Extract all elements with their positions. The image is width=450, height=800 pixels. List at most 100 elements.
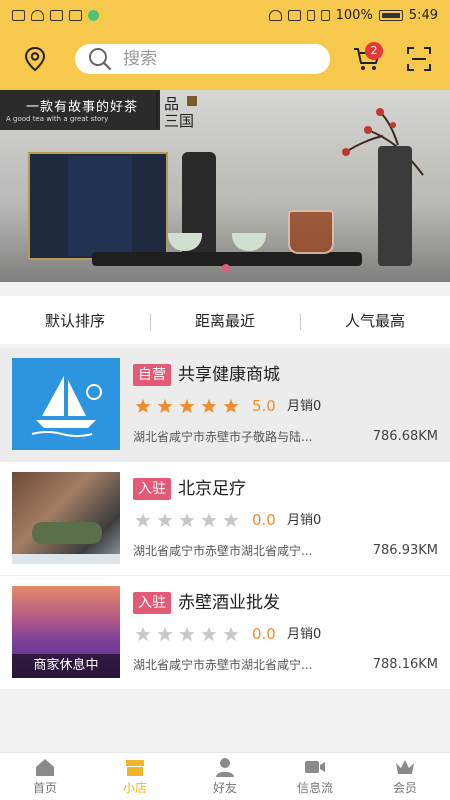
tea-cup-image <box>232 233 266 251</box>
search-icon <box>89 48 112 71</box>
shop-item[interactable]: 商家休息中 入驻 赤壁酒业批发 0.0 月销0 湖北省咸宁市赤壁市湖北省咸宁..… <box>0 576 450 690</box>
sailboat-logo-icon <box>31 376 102 437</box>
location-pin-icon[interactable] <box>22 46 48 72</box>
shop-thumbnail <box>12 358 120 450</box>
tab-home[interactable]: 首页 <box>0 753 90 800</box>
star-icon <box>157 627 173 641</box>
shop-item[interactable]: 自营 共享健康商城 5.0 月销0 湖北省咸宁市赤壁市子敬路与陆... 786.… <box>0 348 450 462</box>
shop-icon <box>126 760 144 776</box>
vibrate-icon <box>320 9 330 21</box>
monthly-sales: 月销0 <box>287 399 322 414</box>
shop-tag: 入驻 <box>133 592 171 614</box>
shop-tag: 入驻 <box>133 478 171 500</box>
shop-thumbnail <box>12 472 120 564</box>
shop-tag: 自营 <box>133 364 171 386</box>
banner-brand-line2: 三国 <box>164 112 195 130</box>
app-dot-icon <box>88 9 99 21</box>
tab-label: 首页 <box>32 781 57 795</box>
tea-pitcher-image <box>288 210 334 254</box>
video-icon <box>305 761 325 773</box>
clock: 5:49 <box>408 7 438 23</box>
sort-popular[interactable]: 人气最高 <box>300 310 450 331</box>
shop-closed-label: 商家休息中 <box>12 654 120 678</box>
monthly-sales: 月销0 <box>287 627 322 642</box>
status-right: 100% 5:49 <box>268 7 438 23</box>
shop-distance: 786.68KM <box>372 429 438 444</box>
banner-brand-mark <box>187 96 197 106</box>
nfc-icon <box>287 9 301 21</box>
tea-box-front-image <box>68 156 132 256</box>
shop-address: 湖北省咸宁市赤壁市湖北省咸宁... <box>133 544 313 558</box>
cart-badge: 2 <box>365 42 383 60</box>
banner-slogan: 一款有故事的好茶 <box>26 100 139 115</box>
rating-value: 5.0 <box>252 397 276 415</box>
shop-list: 自营 共享健康商城 5.0 月销0 湖北省咸宁市赤壁市子敬路与陆... 786.… <box>0 348 450 690</box>
headset-icon <box>268 9 282 21</box>
rating-value: 0.0 <box>252 511 276 529</box>
banner-brand-divider <box>156 92 158 128</box>
rating-value: 0.0 <box>252 625 276 643</box>
star-icon <box>179 513 195 527</box>
friends-icon <box>216 758 234 777</box>
star-icon <box>157 513 173 527</box>
banner-slogan-en: A good tea with a great story <box>6 115 109 123</box>
star-icon <box>223 627 239 641</box>
star-icon <box>201 399 217 413</box>
shop-name: 共享健康商城 <box>178 365 280 385</box>
crown-icon <box>396 760 414 774</box>
battery-icon <box>378 9 403 21</box>
sort-bar: 默认排序 距离最近 人气最高 <box>0 296 450 344</box>
sort-default[interactable]: 默认排序 <box>0 310 150 331</box>
star-rating <box>135 512 239 528</box>
home-icon <box>36 759 54 776</box>
star-icon <box>135 513 151 527</box>
bluetooth-icon <box>306 9 315 21</box>
battery-percent: 100% <box>335 7 373 23</box>
search-input[interactable] <box>123 49 303 69</box>
star-icon <box>201 627 217 641</box>
sort-nearest[interactable]: 距离最近 <box>150 310 300 331</box>
star-icon <box>223 399 239 413</box>
shop-item[interactable]: 入驻 北京足疗 0.0 月销0 湖北省咸宁市赤壁市湖北省咸宁... 786.93… <box>0 462 450 576</box>
shop-thumbnail: 商家休息中 <box>12 586 120 678</box>
tab-member[interactable]: 会员 <box>360 753 450 800</box>
search-box[interactable] <box>75 44 330 74</box>
banner-indicator-dot <box>222 264 230 272</box>
monthly-sales: 月销0 <box>287 513 322 528</box>
shop-name: 北京足疗 <box>178 479 246 499</box>
shop-distance: 788.16KM <box>372 657 438 672</box>
sim-icon <box>12 9 25 21</box>
tab-label: 好友 <box>212 781 237 795</box>
section-gap <box>0 282 450 296</box>
status-bar: 100% 5:49 <box>0 0 450 30</box>
notification-icon <box>50 9 63 21</box>
status-left <box>12 9 99 21</box>
star-icon <box>179 627 195 641</box>
star-icon <box>179 399 195 413</box>
star-icon <box>135 627 151 641</box>
bottom-tab-bar: 首页 小店 好友 信息流 会员 <box>0 752 450 800</box>
shop-distance: 786.93KM <box>372 543 438 558</box>
tab-feed[interactable]: 信息流 <box>270 753 360 800</box>
sort-divider <box>300 314 301 330</box>
star-icon <box>201 513 217 527</box>
star-rating <box>135 626 239 642</box>
tab-shop[interactable]: 小店 <box>90 753 180 800</box>
star-icon <box>157 399 173 413</box>
app-icon <box>69 9 82 21</box>
tab-label: 小店 <box>122 781 147 795</box>
tab-friends[interactable]: 好友 <box>180 753 270 800</box>
tab-label: 信息流 <box>296 781 333 795</box>
shop-name: 赤壁酒业批发 <box>178 593 280 613</box>
shop-address: 湖北省咸宁市赤壁市湖北省咸宁... <box>133 658 313 672</box>
wifi-icon <box>31 9 44 21</box>
tab-label: 会员 <box>392 781 417 795</box>
top-bar: 2 <box>0 30 450 90</box>
sort-divider <box>150 314 151 330</box>
scan-icon[interactable] <box>406 46 432 72</box>
star-rating <box>135 398 239 414</box>
star-icon <box>223 513 239 527</box>
vase-image <box>378 146 412 266</box>
promo-banner[interactable]: 一款有故事的好茶 A good tea with a great story 品… <box>0 90 450 282</box>
star-icon <box>135 399 151 413</box>
